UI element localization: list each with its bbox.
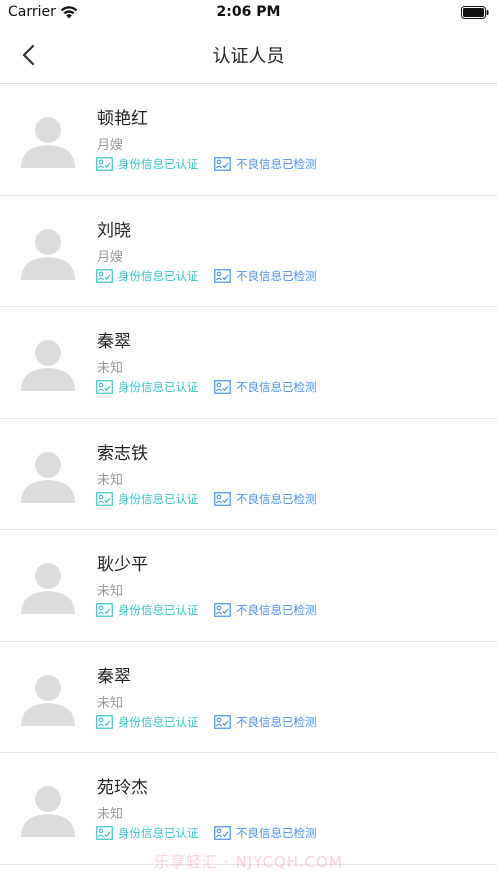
id-card-icon xyxy=(96,603,113,617)
person-name: 秦翠 xyxy=(97,666,131,687)
battery-icon xyxy=(461,6,489,19)
bad-record-checked-label: 不良信息已检测 xyxy=(236,268,317,283)
check-record-icon xyxy=(214,826,231,840)
avatar-placeholder-icon xyxy=(19,556,77,614)
bad-record-checked-label: 不良信息已检测 xyxy=(236,157,317,171)
id-verified-label: 身份信息已认证 xyxy=(118,714,199,729)
bad-record-checked-label: 不良信息已检测 xyxy=(236,714,317,729)
bad-record-checked-label: 不良信息已检测 xyxy=(236,380,317,394)
watermark: 乐享轻汇 · NJYCQH.COM xyxy=(154,853,343,871)
person-row[interactable]: 秦翠 未知 身份信息已认证 不良信息已检测 xyxy=(0,641,497,753)
id-verified-label: 身份信息已认证 xyxy=(118,268,199,283)
person-role: 未知 xyxy=(97,695,124,711)
certified-people-list: 顿艳红 月嫂 身份信息已认证 不良信息已检测 刘晓 月嫂 身份信息已认证 不良信… xyxy=(0,84,497,865)
person-name: 耿少平 xyxy=(97,555,148,575)
check-record-icon xyxy=(214,714,231,729)
person-role: 未知 xyxy=(97,472,124,488)
id-verified-label: 身份信息已认证 xyxy=(118,491,199,506)
avatar-placeholder-icon xyxy=(19,221,77,280)
person-row[interactable]: 苑玲杰 未知 身份信息已认证 不良信息已检测 xyxy=(0,753,497,865)
status-bar: Carrier 2:06 PM xyxy=(0,0,497,26)
check-record-icon xyxy=(214,603,231,617)
person-role: 月嫂 xyxy=(97,249,124,265)
navigation-bar: 认证人员 xyxy=(0,26,497,84)
person-row[interactable]: 耿少平 未知 身份信息已认证 不良信息已检测 xyxy=(0,530,497,642)
avatar-placeholder-icon xyxy=(19,779,77,837)
avatar-placeholder-icon xyxy=(19,333,77,391)
person-role: 未知 xyxy=(97,361,124,376)
person-name: 秦翠 xyxy=(97,332,131,352)
person-row[interactable]: 索志铁 未知 身份信息已认证 不良信息已检测 xyxy=(0,418,497,530)
clock: 2:06 PM xyxy=(216,4,281,20)
avatar-placeholder-icon xyxy=(19,444,77,503)
id-verified-label: 身份信息已认证 xyxy=(118,826,199,840)
person-name: 索志铁 xyxy=(97,443,148,464)
id-verified-label: 身份信息已认证 xyxy=(118,603,199,617)
id-verified-label: 身份信息已认证 xyxy=(118,380,199,394)
person-row[interactable]: 秦翠 未知 身份信息已认证 不良信息已检测 xyxy=(0,307,497,419)
id-card-icon xyxy=(96,268,113,283)
id-card-icon xyxy=(96,714,113,729)
person-name: 刘晓 xyxy=(97,220,131,241)
avatar-placeholder-icon xyxy=(19,667,77,726)
page-title: 认证人员 xyxy=(212,46,285,67)
id-card-icon xyxy=(96,380,113,394)
person-role: 未知 xyxy=(97,807,124,822)
check-record-icon xyxy=(214,268,231,283)
check-record-icon xyxy=(214,491,231,506)
id-verified-label: 身份信息已认证 xyxy=(118,157,199,171)
person-row[interactable]: 顿艳红 月嫂 身份信息已认证 不良信息已检测 xyxy=(0,84,497,196)
avatar-placeholder-icon xyxy=(19,110,77,168)
check-record-icon xyxy=(214,157,231,171)
id-card-icon xyxy=(96,491,113,506)
id-card-icon xyxy=(96,826,113,840)
person-name: 顿艳红 xyxy=(97,109,148,129)
person-name: 苑玲杰 xyxy=(97,778,148,798)
bad-record-checked-label: 不良信息已检测 xyxy=(236,603,317,617)
bad-record-checked-label: 不良信息已检测 xyxy=(236,826,317,840)
bad-record-checked-label: 不良信息已检测 xyxy=(236,491,317,506)
check-record-icon xyxy=(214,380,231,394)
person-role: 未知 xyxy=(97,584,124,599)
id-card-icon xyxy=(96,157,113,171)
person-row[interactable]: 刘晓 月嫂 身份信息已认证 不良信息已检测 xyxy=(0,195,497,307)
person-role: 月嫂 xyxy=(97,138,124,153)
